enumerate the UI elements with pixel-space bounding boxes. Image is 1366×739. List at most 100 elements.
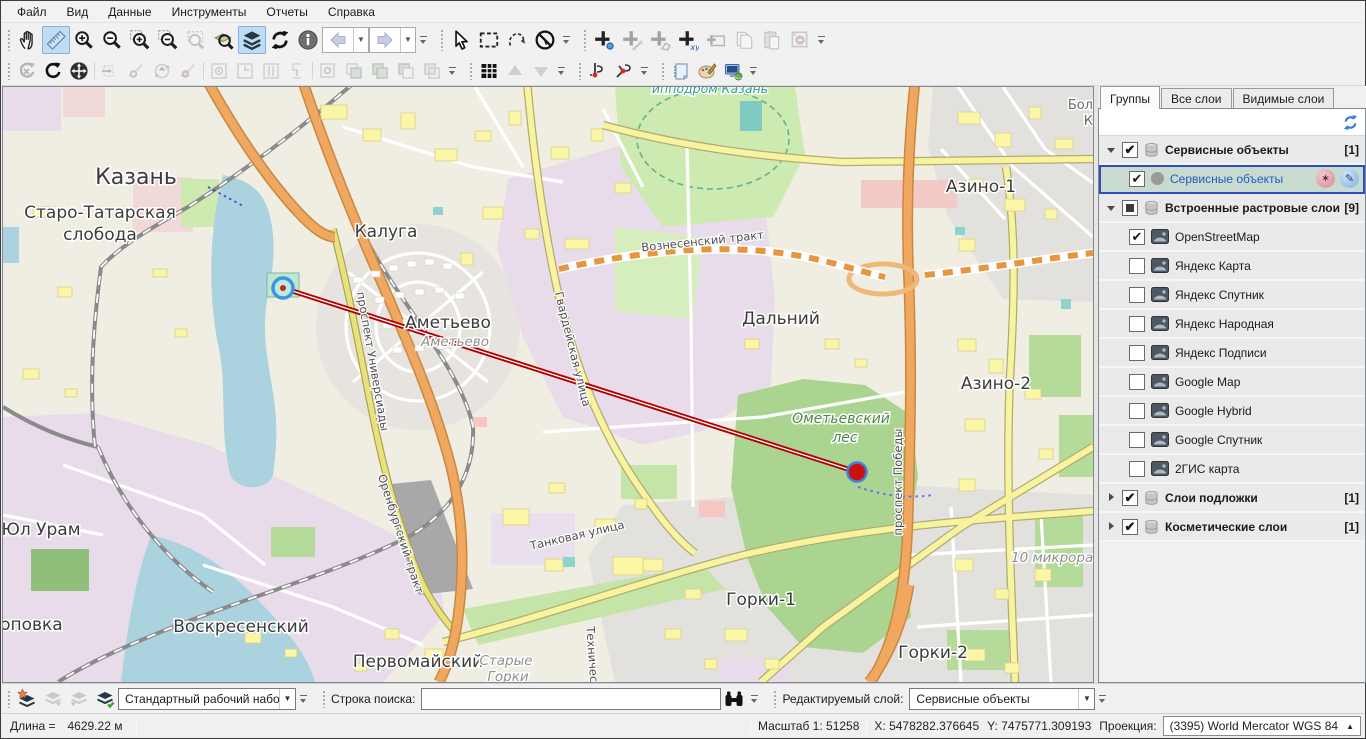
toolbar-overflow[interactable] <box>639 61 651 81</box>
layer-row[interactable]: Яндекс Карта <box>1099 252 1365 281</box>
layer-checkbox[interactable] <box>1129 432 1145 448</box>
toolbar-grip[interactable] <box>582 28 588 51</box>
clear-selection-button[interactable] <box>531 26 559 54</box>
layer-row[interactable]: OpenStreetMap <box>1099 223 1365 252</box>
toolbar-grip[interactable] <box>468 61 474 80</box>
nav-back-dropdown[interactable]: ▼ <box>353 28 368 52</box>
add-point-button[interactable] <box>590 26 618 54</box>
measure-ruler-button[interactable] <box>42 26 70 54</box>
tab-visible-layers[interactable]: Видимые слои <box>1233 88 1335 109</box>
layer-group-row[interactable]: Встроенные растровые слои [9] <box>1099 194 1365 223</box>
search-input[interactable] <box>421 688 721 710</box>
workset-select[interactable]: Стандартный рабочий набор ▼ <box>118 688 296 710</box>
toolbar-overflow[interactable] <box>816 30 828 50</box>
menu-tools[interactable]: Инструменты <box>163 2 256 22</box>
notes-button[interactable] <box>668 58 694 84</box>
select-rectangle-button[interactable] <box>475 26 503 54</box>
paste-object-button[interactable] <box>758 26 786 54</box>
zoom-out-rect-button[interactable] <box>154 26 182 54</box>
move-object-button[interactable] <box>66 58 92 84</box>
layer-row[interactable]: Google Спутник <box>1099 426 1365 455</box>
region-add-button[interactable] <box>315 58 341 84</box>
topology-add-button[interactable] <box>206 58 232 84</box>
edit-layer-button[interactable]: ✎ <box>1340 169 1359 188</box>
layer-checkbox[interactable] <box>1122 142 1138 158</box>
menu-file[interactable]: Файл <box>8 2 56 22</box>
snap-to-vertex-button[interactable] <box>585 58 611 84</box>
layer-filter-input[interactable] <box>1099 109 1336 135</box>
layer-row[interactable]: Яндекс Спутник <box>1099 281 1365 310</box>
edit-layer-select-caret[interactable]: ▼ <box>1078 689 1094 709</box>
layer-group-row[interactable]: Слои подложки [1] <box>1099 484 1365 513</box>
find-button[interactable] <box>721 686 747 712</box>
offset-contour-button[interactable] <box>97 58 123 84</box>
zoom-previous-button[interactable] <box>182 26 210 54</box>
select-lasso-button[interactable] <box>503 26 531 54</box>
add-rectangle-button[interactable] <box>702 26 730 54</box>
zoom-in-button[interactable] <box>70 26 98 54</box>
layer-row-selected[interactable]: Сервисные объекты ✶ ✎ <box>1099 165 1365 194</box>
layer-checkbox[interactable] <box>1129 461 1145 477</box>
display-settings-button[interactable] <box>720 58 746 84</box>
expander-closed-icon[interactable] <box>1107 522 1117 532</box>
layer-row[interactable]: Google Map <box>1099 368 1365 397</box>
copy-object-button[interactable] <box>730 26 758 54</box>
zoom-to-selection-button[interactable] <box>210 26 238 54</box>
layer-group-row[interactable]: Сервисные объекты [1] <box>1099 136 1365 165</box>
layer-checkbox[interactable] <box>1129 258 1145 274</box>
toolbar-overflow[interactable] <box>748 61 760 81</box>
toolbar-overflow[interactable] <box>749 689 761 709</box>
topology-merge-button[interactable] <box>232 58 258 84</box>
nav-forward-dropdown[interactable]: ▼ <box>400 28 415 52</box>
layer-checkbox[interactable] <box>1129 229 1145 245</box>
layer-row[interactable]: 2ГИС карта <box>1099 455 1365 484</box>
layer-row[interactable]: Яндекс Подписи <box>1099 339 1365 368</box>
toolbar-overflow[interactable] <box>418 30 430 50</box>
layer-checkbox-partial[interactable] <box>1122 200 1138 216</box>
pan-hand-button[interactable] <box>14 26 42 54</box>
layer-checkbox[interactable] <box>1129 403 1145 419</box>
add-line-button[interactable] <box>618 26 646 54</box>
region-intersect-button[interactable] <box>341 58 367 84</box>
nav-forward-button[interactable]: ▼ <box>369 27 416 53</box>
refresh-map-button[interactable] <box>266 26 294 54</box>
tab-all-layers[interactable]: Все слои <box>1161 88 1232 109</box>
toolbar-overflow[interactable] <box>561 30 573 50</box>
menu-help[interactable]: Справка <box>319 2 384 22</box>
toolbar-overflow[interactable] <box>447 61 459 81</box>
menu-view[interactable]: Вид <box>58 2 98 22</box>
layer-group-row[interactable]: Косметические слои [1] <box>1099 513 1365 542</box>
workset-select-caret[interactable]: ▼ <box>279 689 295 709</box>
region-subtract-button[interactable] <box>393 58 419 84</box>
map-canvas[interactable]: Казань Старо-Татарская слобода Калуга Ам… <box>3 87 1093 682</box>
toolbar-overflow[interactable] <box>298 689 310 709</box>
workset-favorite-button[interactable] <box>14 686 40 712</box>
region-union-button[interactable] <box>367 58 393 84</box>
toolbar-grip[interactable] <box>660 61 666 80</box>
toolbar-grip[interactable] <box>6 689 12 708</box>
layer-checkbox[interactable] <box>1129 316 1145 332</box>
map-viewport[interactable]: Казань Старо-Татарская слобода Калуга Ам… <box>2 86 1094 683</box>
expander-open-icon[interactable] <box>1107 203 1117 213</box>
discard-edit-button[interactable] <box>14 58 40 84</box>
zoom-out-button[interactable] <box>98 26 126 54</box>
toolbar-grip[interactable] <box>321 689 327 708</box>
workset-export-button[interactable] <box>40 686 66 712</box>
layer-row[interactable]: Google Hybrid <box>1099 397 1365 426</box>
style-palette-button[interactable] <box>694 58 720 84</box>
toolbar-grip[interactable] <box>577 61 583 80</box>
workset-import-button[interactable] <box>66 686 92 712</box>
move-down-button[interactable] <box>528 58 554 84</box>
rotate-vertex-button[interactable] <box>149 58 175 84</box>
layer-checkbox[interactable] <box>1129 171 1145 187</box>
projection-select[interactable]: (3395) World Mercator WGS 84 ▲ <box>1163 716 1361 736</box>
region-clip-button[interactable] <box>419 58 445 84</box>
nav-back-button[interactable]: ▼ <box>322 27 369 53</box>
toolbar-grip[interactable] <box>6 61 12 80</box>
delete-object-button[interactable] <box>786 26 814 54</box>
layer-checkbox[interactable] <box>1122 519 1138 535</box>
attribute-table-button[interactable] <box>476 58 502 84</box>
layer-checkbox[interactable] <box>1122 490 1138 506</box>
tab-groups[interactable]: Группы <box>1100 86 1160 109</box>
expander-closed-icon[interactable] <box>1107 493 1117 503</box>
